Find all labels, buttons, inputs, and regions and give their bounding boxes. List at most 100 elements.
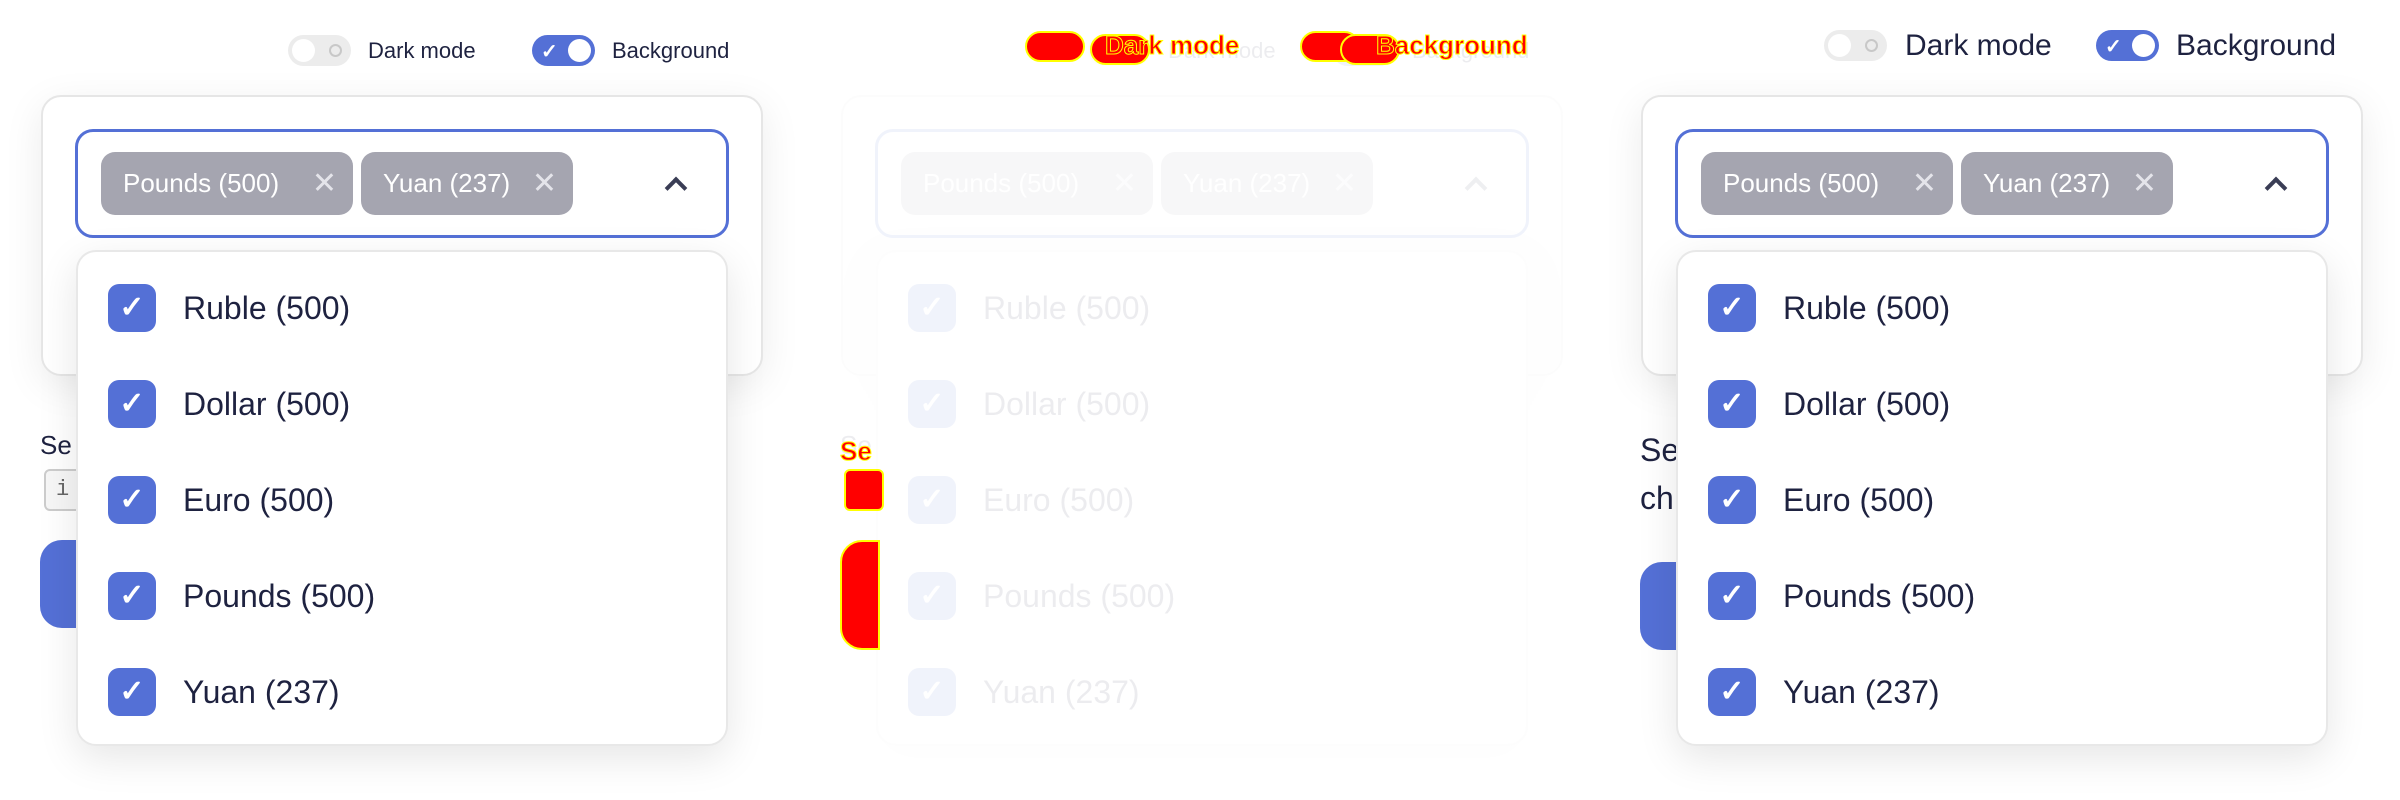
checkbox-checked-icon[interactable]: ✓: [908, 380, 956, 428]
checkbox-checked-icon[interactable]: ✓: [108, 572, 156, 620]
diff-highlight: [1025, 31, 1085, 62]
option-label: Yuan (237): [1783, 674, 1940, 710]
toggle-knob: [1828, 34, 1851, 57]
close-icon[interactable]: ✕: [1112, 152, 1137, 215]
dropdown-option[interactable]: ✓ Ruble (500): [1708, 273, 2298, 343]
multi-select[interactable]: Pounds (500) ✕ Yuan (237) ✕: [1675, 129, 2329, 238]
dark-mode-toggle[interactable]: [288, 35, 351, 66]
dropdown-menu: ✓ Ruble (500) ✓ Dollar (500) ✓ Euro (500) ✓ Pou…: [76, 250, 728, 746]
option-label: Pounds (500): [983, 578, 1176, 614]
dropdown-option[interactable]: ✓ Pounds (500): [1708, 561, 2298, 631]
option-label: Ruble (500): [983, 290, 1151, 326]
background-label: Background: [2176, 29, 2337, 62]
checkbox-checked-icon[interactable]: ✓: [1708, 572, 1756, 620]
option-label: Pounds (500): [1783, 578, 1976, 614]
background-label: Background: [612, 38, 730, 63]
tag-label: Yuan (237): [1983, 168, 2111, 198]
selected-tag: Pounds (500) ✕: [101, 152, 353, 215]
option-label: Dollar (500): [983, 386, 1151, 422]
option-label: Yuan (237): [183, 674, 340, 710]
diff-input-highlight: [844, 469, 884, 511]
dropdown-option[interactable]: ✓ Dollar (500): [908, 369, 1498, 439]
tag-label: Yuan (237): [383, 168, 511, 198]
diff-description-text: Se: [840, 436, 873, 467]
tag-label: Yuan (237): [1183, 168, 1311, 198]
checkbox-checked-icon[interactable]: ✓: [908, 284, 956, 332]
check-icon: ✓: [2105, 36, 2122, 58]
dropdown-option[interactable]: ✓ Pounds (500): [108, 561, 698, 631]
dropdown-option[interactable]: ✓ Pounds (500): [908, 561, 1498, 631]
checkbox-checked-icon[interactable]: ✓: [908, 572, 956, 620]
dropdown-option[interactable]: ✓ Yuan (237): [1708, 657, 2298, 727]
option-label: Ruble (500): [1783, 290, 1951, 326]
selected-tag: Pounds (500) ✕: [901, 152, 1153, 215]
option-label: Dollar (500): [1783, 386, 1951, 422]
checkbox-checked-icon[interactable]: ✓: [908, 476, 956, 524]
actual-panel: Dark mode ✓ Background Se ch Pounds (500) ✕ Yua…: [1600, 0, 2400, 800]
option-label: Pounds (500): [183, 578, 376, 614]
background-toggle[interactable]: ✓: [2096, 30, 2159, 61]
diff-background-label: Background: [1376, 30, 1529, 61]
diff-button-highlight: [840, 540, 880, 650]
option-label: Ruble (500): [183, 290, 351, 326]
dropdown-option[interactable]: ✓ Ruble (500): [108, 273, 698, 343]
toggle-off-icon: [1865, 39, 1878, 52]
selected-tag: Yuan (237) ✕: [1961, 152, 2173, 215]
checkbox-checked-icon[interactable]: ✓: [1708, 476, 1756, 524]
dropdown-menu: ✓ Ruble (500) ✓ Dollar (500) ✓ Euro (500) ✓ Pou…: [876, 250, 1528, 746]
checkbox-checked-icon[interactable]: ✓: [108, 284, 156, 332]
chevron-up-icon[interactable]: [2264, 176, 2288, 200]
check-icon: ✓: [541, 41, 558, 63]
dropdown-option[interactable]: ✓ Ruble (500): [908, 273, 1498, 343]
input-text: i: [56, 477, 70, 502]
close-icon[interactable]: ✕: [532, 152, 557, 215]
chevron-up-icon[interactable]: [664, 176, 688, 200]
tag-label: Pounds (500): [1723, 168, 1880, 198]
panel-content: Dark mode✓BackgroundSeiPounds (500)✕Yuan…: [800, 0, 1600, 800]
option-label: Dollar (500): [183, 386, 351, 422]
option-label: Euro (500): [183, 482, 335, 518]
background-toggle[interactable]: ✓: [532, 35, 595, 66]
close-icon[interactable]: ✕: [1912, 152, 1937, 215]
close-icon[interactable]: ✕: [1332, 152, 1357, 215]
selected-tag: Pounds (500) ✕: [1701, 152, 1953, 215]
dropdown-menu: ✓ Ruble (500) ✓ Dollar (500) ✓ Euro (500) ✓ Pou…: [1676, 250, 2328, 746]
dropdown-option[interactable]: ✓ Dollar (500): [108, 369, 698, 439]
checkbox-checked-icon[interactable]: ✓: [1708, 668, 1756, 716]
option-label: Yuan (237): [983, 674, 1140, 710]
panel-content: Dark mode ✓ Background Se i Pounds (500) ✕ Yuan…: [0, 0, 800, 800]
checkbox-checked-icon[interactable]: ✓: [1708, 380, 1756, 428]
multi-select[interactable]: Pounds (500) ✕ Yuan (237) ✕: [875, 129, 1529, 238]
checkbox-checked-icon[interactable]: ✓: [108, 380, 156, 428]
dropdown-option[interactable]: ✓ Euro (500): [1708, 465, 2298, 535]
panel-content: Dark mode ✓ Background Se ch Pounds (500) ✕ Yua…: [1600, 0, 2400, 800]
checkbox-checked-icon[interactable]: ✓: [108, 668, 156, 716]
option-label: Euro (500): [983, 482, 1135, 518]
option-label: Euro (500): [1783, 482, 1935, 518]
description-text-line-2: ch: [1640, 480, 1674, 516]
description-text: Se: [1640, 432, 1680, 468]
checkbox-checked-icon[interactable]: ✓: [1708, 284, 1756, 332]
dropdown-option[interactable]: ✓ Dollar (500): [1708, 369, 2298, 439]
dropdown-option[interactable]: ✓ Euro (500): [108, 465, 698, 535]
diff-dark-mode-label: Dark mode: [1104, 30, 1240, 61]
diff-panel: Dark mode✓BackgroundSeiPounds (500)✕Yuan…: [800, 0, 1600, 800]
checkbox-checked-icon[interactable]: ✓: [108, 476, 156, 524]
dropdown-option[interactable]: ✓ Yuan (237): [108, 657, 698, 727]
dropdown-option[interactable]: ✓ Yuan (237): [908, 657, 1498, 727]
dark-mode-toggle[interactable]: [1824, 30, 1887, 61]
expected-panel: Dark mode ✓ Background Se i Pounds (500) ✕ Yuan…: [0, 0, 800, 800]
dropdown-option[interactable]: ✓ Euro (500): [908, 465, 1498, 535]
chevron-up-icon[interactable]: [1464, 176, 1488, 200]
multi-select[interactable]: Pounds (500) ✕ Yuan (237) ✕: [75, 129, 729, 238]
tag-label: Pounds (500): [923, 168, 1080, 198]
checkbox-checked-icon[interactable]: ✓: [908, 668, 956, 716]
close-icon[interactable]: ✕: [312, 152, 337, 215]
toggle-knob: [568, 39, 591, 62]
close-icon[interactable]: ✕: [2132, 152, 2157, 215]
tag-label: Pounds (500): [123, 168, 280, 198]
toggle-off-icon: [329, 44, 342, 57]
dark-mode-label: Dark mode: [368, 38, 476, 63]
description-text: Se: [40, 430, 72, 460]
dark-mode-label: Dark mode: [1905, 29, 2052, 62]
